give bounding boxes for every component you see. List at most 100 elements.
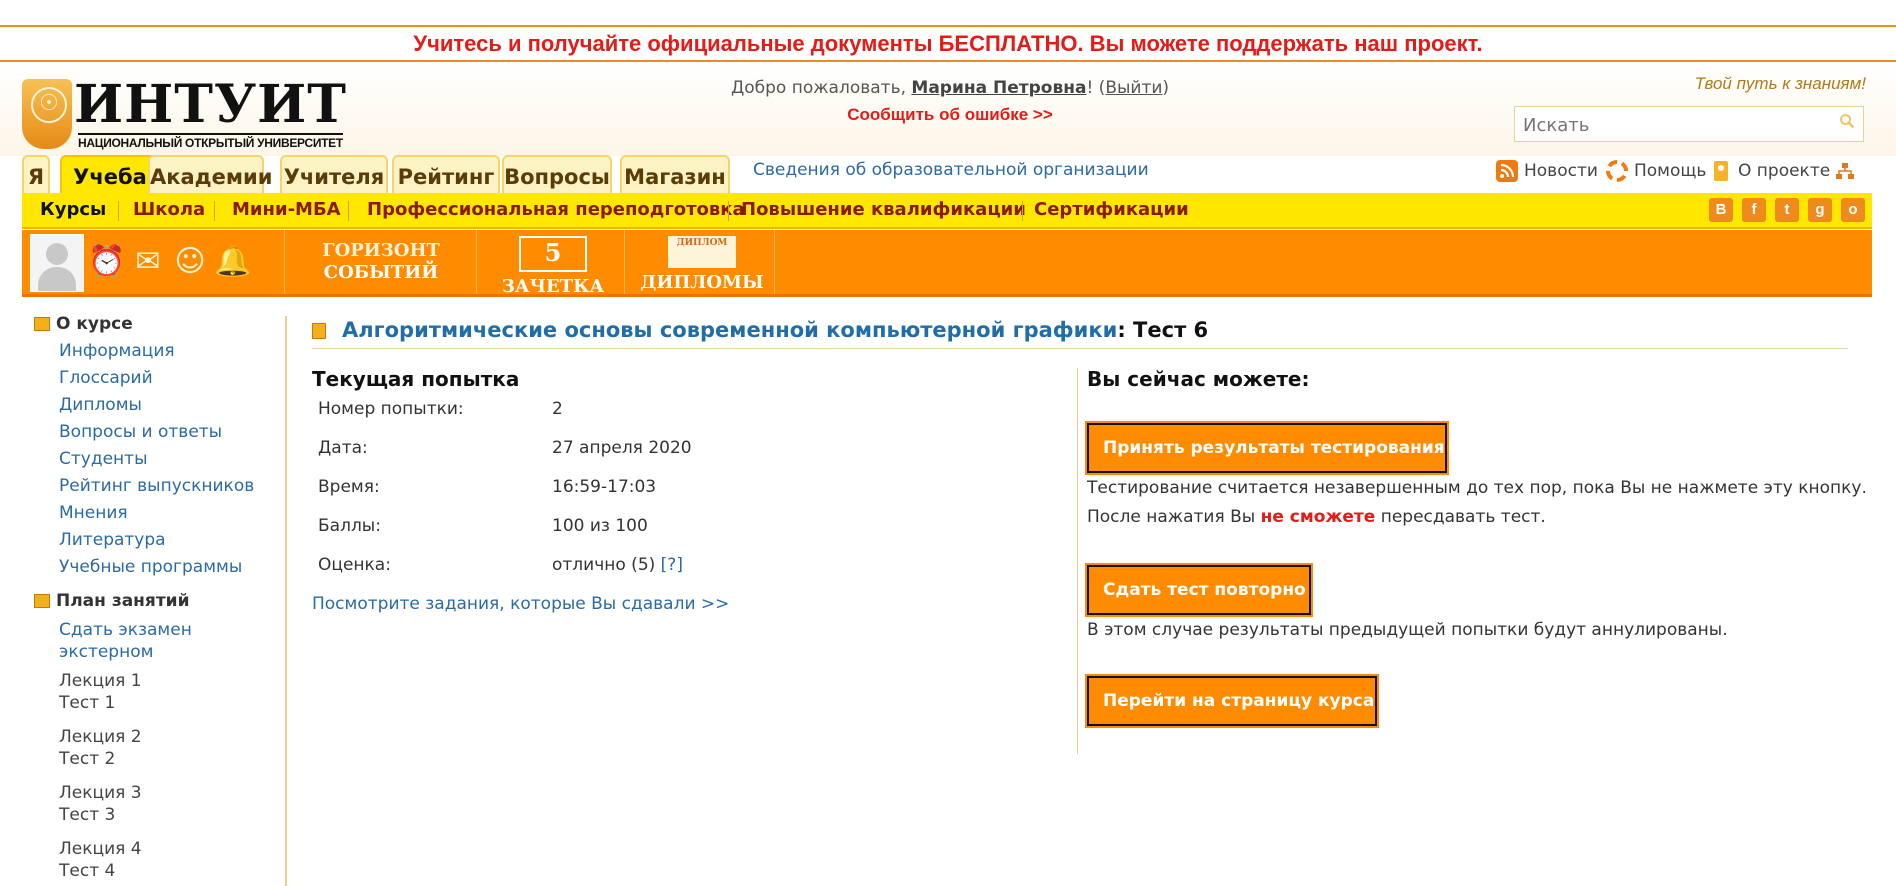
diploma-icon: ДИПЛОМ bbox=[668, 236, 736, 268]
search-icon[interactable] bbox=[1839, 113, 1855, 129]
events-line1: ГОРИЗОНТ bbox=[322, 240, 440, 261]
avatar[interactable] bbox=[30, 234, 84, 292]
about-course-title: О курсе bbox=[56, 314, 133, 334]
time-value: 16:59-17:03 bbox=[552, 477, 657, 497]
view-tasks-link[interactable]: Посмотрите задания, которые Вы сдавали >… bbox=[312, 594, 729, 614]
table-row: Дата: 27 апреля 2020 bbox=[312, 438, 1032, 477]
course-title-link[interactable]: Алгоритмические основы современной компь… bbox=[342, 318, 1117, 342]
search-input[interactable] bbox=[1521, 110, 1825, 140]
accept-warning-a: После нажатия Вы bbox=[1087, 507, 1261, 527]
folder-icon bbox=[34, 594, 50, 608]
table-row: Время: 16:59-17:03 bbox=[312, 477, 1032, 516]
external-exam-line1: Сдать экзамен bbox=[59, 620, 192, 640]
record-book-label: ЗАЧЕТКА bbox=[501, 276, 605, 297]
friends-icon[interactable]: ☺ bbox=[172, 242, 208, 282]
lifebuoy-icon bbox=[1606, 160, 1628, 182]
sidebar-item-students[interactable]: Студенты bbox=[34, 446, 274, 473]
tab-teachers[interactable]: Учителя bbox=[280, 155, 388, 193]
logout-link[interactable]: Выйти bbox=[1105, 78, 1162, 98]
vk-icon[interactable]: В bbox=[1709, 198, 1733, 222]
attempt-number-label: Номер попытки: bbox=[318, 399, 464, 419]
tab-questions[interactable]: Вопросы bbox=[502, 155, 612, 193]
subnav-mini-mba[interactable]: Мини-МБА bbox=[232, 193, 341, 227]
subnav-qualification[interactable]: Повышение квалификации bbox=[741, 193, 1026, 227]
retake-test-button[interactable]: Сдать тест повторно bbox=[1085, 563, 1313, 617]
subnav-courses[interactable]: Курсы bbox=[40, 193, 106, 227]
sidebar-item-diplomas[interactable]: Дипломы bbox=[34, 392, 274, 419]
google-plus-icon[interactable]: g bbox=[1808, 198, 1832, 222]
date-label: Дата: bbox=[318, 438, 368, 458]
sidebar-item-qa[interactable]: Вопросы и ответы bbox=[34, 419, 274, 446]
sitemap-link[interactable] bbox=[1834, 160, 1862, 186]
tab-study[interactable]: Учеба bbox=[60, 155, 160, 193]
site-logo[interactable]: ☉ ИНТУИТ НАЦИОНАЛЬНЫЙ ОТКРЫТЫЙ УНИВЕРСИТ… bbox=[22, 77, 352, 150]
actions-panel: Вы сейчас можете: Принять результаты тес… bbox=[1085, 367, 1867, 728]
time-label: Время: bbox=[318, 477, 380, 497]
sidebar-item-literature[interactable]: Литература bbox=[34, 527, 274, 554]
sidebar-item-programs[interactable]: Учебные программы bbox=[34, 554, 274, 581]
about-label: О проекте bbox=[1738, 161, 1831, 181]
donation-banner[interactable]: Учитесь и получайте официальные документ… bbox=[0, 29, 1896, 59]
subnav-certifications[interactable]: Сертификации bbox=[1034, 193, 1189, 227]
diplomas-button[interactable]: ДИПЛОМ ДИПЛОМЫ bbox=[632, 236, 772, 294]
welcome-excl: ! ( bbox=[1086, 78, 1106, 98]
current-attempt-heading: Текущая попытка bbox=[312, 367, 520, 391]
events-horizon-button[interactable]: ГОРИЗОНТ СОБЫТИЙ bbox=[292, 240, 470, 284]
actions-heading: Вы сейчас можете: bbox=[1087, 367, 1310, 391]
table-row: Оценка: отлично (5) [?] bbox=[312, 555, 1032, 594]
list-item[interactable]: Лекция 3 Тест 3 bbox=[34, 782, 274, 826]
tab-academies[interactable]: Академии bbox=[148, 155, 272, 193]
rss-icon bbox=[1496, 160, 1518, 182]
subnav-divider bbox=[728, 201, 729, 221]
book-icon bbox=[312, 323, 326, 339]
lesson-plan-heading[interactable]: План занятий bbox=[34, 591, 274, 615]
org-info-link[interactable]: Сведения об образовательной организации bbox=[753, 160, 1149, 180]
grade-help-link[interactable]: [?] bbox=[661, 555, 683, 575]
report-error-link[interactable]: Сообщить об ошибке >> bbox=[700, 105, 1200, 125]
course-sidebar: О курсе Информация Глоссарий Дипломы Воп… bbox=[34, 314, 274, 882]
user-name-link[interactable]: Марина Петровна bbox=[911, 78, 1086, 98]
list-item[interactable]: Лекция 2 Тест 2 bbox=[34, 726, 274, 770]
alarm-clock-icon[interactable]: ⏰ bbox=[88, 242, 125, 282]
subnav-retraining[interactable]: Профессиональная переподготовка bbox=[367, 193, 745, 227]
course-page-button[interactable]: Перейти на страницу курса bbox=[1085, 674, 1379, 728]
lecture-label: Лекция 2 bbox=[59, 727, 142, 747]
subnav-school[interactable]: Школа bbox=[133, 193, 205, 227]
avatar-head-icon bbox=[46, 243, 68, 265]
logo-emblem-icon: ☉ bbox=[22, 79, 72, 149]
mail-icon[interactable]: ✉ bbox=[130, 242, 166, 282]
about-project-icon bbox=[1714, 161, 1728, 181]
facebook-icon[interactable]: f bbox=[1742, 198, 1766, 222]
news-link[interactable]: Новости bbox=[1496, 160, 1598, 186]
sidebar-item-information[interactable]: Информация bbox=[34, 338, 274, 365]
accept-results-button[interactable]: Принять результаты тестирования bbox=[1085, 421, 1449, 475]
bell-icon[interactable]: 🔔 bbox=[214, 242, 251, 282]
score-value: 100 из 100 bbox=[552, 516, 648, 536]
sidebar-item-graduate-rating[interactable]: Рейтинг выпускников bbox=[34, 473, 274, 500]
twitter-icon[interactable]: t bbox=[1775, 198, 1799, 222]
avatar-body-icon bbox=[38, 267, 76, 291]
help-link[interactable]: Помощь bbox=[1606, 160, 1706, 186]
slogan: Твой путь к знаниям! bbox=[1694, 74, 1866, 93]
accept-note: Тестирование считается незавершенным до … bbox=[1087, 478, 1867, 498]
record-book-button[interactable]: 5 ЗАЧЕТКА bbox=[484, 236, 622, 298]
list-item[interactable]: Лекция 4 Тест 4 bbox=[34, 838, 274, 882]
about-course-heading[interactable]: О курсе bbox=[34, 314, 274, 338]
record-book-icon: 5 bbox=[519, 236, 587, 272]
toolbar-divider bbox=[476, 230, 477, 294]
events-line2: СОБЫТИЙ bbox=[323, 262, 439, 283]
sidebar-item-glossary[interactable]: Глоссарий bbox=[34, 365, 274, 392]
tab-shop[interactable]: Магазин bbox=[620, 155, 730, 193]
about-link[interactable]: О проекте bbox=[1710, 160, 1830, 186]
subnav-divider bbox=[348, 201, 349, 221]
tab-me[interactable]: Я bbox=[22, 155, 50, 193]
help-label: Помощь bbox=[1634, 161, 1707, 181]
list-item[interactable]: Лекция 1 Тест 1 bbox=[34, 670, 274, 714]
current-attempt-panel: Текущая попытка Номер попытки: 2 Дата: 27 … bbox=[312, 367, 1032, 594]
test-title: : Тест 6 bbox=[1117, 318, 1209, 342]
sidebar-item-external-exam[interactable]: Сдать экзамен экстерном bbox=[34, 619, 274, 663]
sidebar-item-opinions[interactable]: Мнения bbox=[34, 500, 274, 527]
odnoklassniki-icon[interactable]: о bbox=[1841, 198, 1865, 222]
tab-rating[interactable]: Рейтинг bbox=[392, 155, 500, 193]
diplomas-label: ДИПЛОМЫ bbox=[640, 272, 764, 293]
